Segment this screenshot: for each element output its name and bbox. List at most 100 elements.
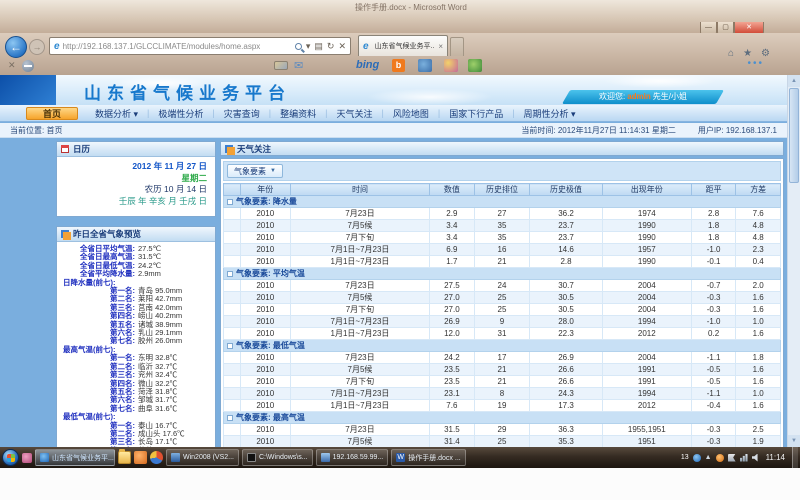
scroll-down-icon[interactable]: ▼ <box>788 435 800 447</box>
taskbar-ie-window[interactable]: 山东省气候业务平... <box>35 449 115 466</box>
more-options-dots[interactable]: ••• <box>747 58 764 69</box>
group-checkbox[interactable] <box>227 415 233 421</box>
url-text[interactable]: http://192.168.137.1/GLCCLIMATE/modules/… <box>63 42 261 51</box>
table-row[interactable]: 20107月1日~7月23日23.1824.31994-1.11.0 <box>224 388 781 400</box>
nav-item-6[interactable]: 风险地图 <box>384 107 438 120</box>
action-center-flag-icon[interactable] <box>728 454 736 462</box>
table-row[interactable]: 20107月23日24.21726.92004-1.11.8 <box>224 352 781 364</box>
taskbar-window-0[interactable]: Win2008 (VS2... <box>166 449 239 466</box>
table-cell: -1.0 <box>691 244 736 256</box>
table-row[interactable]: 20101月1日~7月23日1.7212.81990-0.10.4 <box>224 256 781 268</box>
group-row[interactable]: 气象要素: 最低气温 <box>224 340 781 352</box>
table-row[interactable]: 20107月下旬3.43523.719901.84.8 <box>224 232 781 244</box>
taskbar-clock[interactable]: 11:14 <box>766 453 785 462</box>
table-cell: 31 <box>474 328 530 340</box>
table-cell: 1.6 <box>736 292 781 304</box>
bar-close-icon[interactable]: ✕ <box>8 60 16 71</box>
group-checkbox[interactable] <box>227 199 233 205</box>
column-header-4[interactable]: 历史极值 <box>530 184 602 196</box>
table-row[interactable]: 20107月1日~7月23日6.91614.61957-1.02.3 <box>224 244 781 256</box>
table-row[interactable]: 20107月23日27.52430.72004-0.72.0 <box>224 280 781 292</box>
nav-item-3[interactable]: 灾害查询 <box>215 107 269 120</box>
nav-item-7[interactable]: 国家下行产品 <box>440 107 512 120</box>
column-header-3[interactable]: 历史排位 <box>474 184 530 196</box>
tray-badge: 13 <box>681 454 689 461</box>
element-filter-button[interactable]: 气象要素 ▼ <box>227 164 283 178</box>
explorer-folder-icon[interactable] <box>118 451 131 464</box>
table-cell: 24.3 <box>530 388 602 400</box>
camera-tool-icon[interactable] <box>418 59 432 72</box>
page-icon[interactable]: ▤ <box>314 41 323 52</box>
bing-logo[interactable]: bing <box>356 59 379 71</box>
table-cell: 25 <box>474 292 530 304</box>
nav-item-4[interactable]: 整编资料 <box>271 107 325 120</box>
people-tool-icon[interactable] <box>468 59 482 72</box>
tab-close-icon[interactable]: × <box>438 42 443 51</box>
table-cell: 7月23日 <box>290 280 429 292</box>
welcome-prefix: 欢迎您: <box>599 90 625 104</box>
page-scrollbar[interactable]: ▲ ▼ <box>787 75 800 447</box>
table-row[interactable]: 20107月23日2.92736.219742.87.6 <box>224 208 781 220</box>
media-player-icon[interactable] <box>150 451 163 464</box>
tray-ime-icon[interactable] <box>716 454 724 462</box>
new-tab-button[interactable] <box>450 37 464 56</box>
show-desktop-button[interactable] <box>792 447 798 468</box>
table-row[interactable]: 20107月1日~7月23日26.9928.01994-1.01.0 <box>224 316 781 328</box>
palette-tool-icon[interactable] <box>444 59 458 72</box>
card-reader-icon[interactable] <box>274 61 288 70</box>
tray-app-icon[interactable] <box>693 454 701 462</box>
blocked-icon[interactable] <box>22 60 34 72</box>
taskbar-window-3[interactable]: W操作手册.docx ... <box>391 449 466 466</box>
table-cell: 2010 <box>240 208 290 220</box>
table-row[interactable]: 20101月1日~7月23日12.03122.320120.21.6 <box>224 328 781 340</box>
column-header-6[interactable]: 距平 <box>691 184 736 196</box>
column-header-0[interactable]: 年份 <box>240 184 290 196</box>
search-icon[interactable] <box>295 43 302 50</box>
table-row[interactable]: 20107月下旬23.52126.61991-0.51.6 <box>224 376 781 388</box>
back-button[interactable]: ← <box>5 36 27 58</box>
pinned-app-icon[interactable] <box>22 453 32 463</box>
address-bar[interactable]: e http://192.168.137.1/GLCCLIMATE/module… <box>49 37 351 55</box>
nav-item-5[interactable]: 天气关注 <box>327 107 381 120</box>
tray-expand-icon[interactable]: ▲ <box>705 454 712 461</box>
nav-item-0[interactable]: 首页 <box>26 107 78 120</box>
column-header-1[interactable]: 时间 <box>290 184 429 196</box>
nav-item-1[interactable]: 数据分析 ▾ <box>86 107 147 120</box>
refresh-icon[interactable]: ↻ <box>327 41 335 52</box>
nav-item-2[interactable]: 极端性分析 <box>149 107 212 120</box>
scrollbar-thumb[interactable] <box>789 88 799 183</box>
mail-icon[interactable]: ✉ <box>294 59 303 72</box>
column-header-2[interactable]: 数值 <box>430 184 475 196</box>
group-row[interactable]: 气象要素: 平均气温 <box>224 268 781 280</box>
column-header-5[interactable]: 出现年份 <box>602 184 691 196</box>
table-cell: -0.3 <box>691 292 736 304</box>
group-row[interactable]: 气象要素: 最高气温 <box>224 412 781 424</box>
table-row[interactable]: 20107月23日31.52936.31955,1951-0.32.5 <box>224 424 781 436</box>
stop-icon[interactable]: ✕ <box>338 41 346 52</box>
browser-tab[interactable]: e 山东省气候业务平... × <box>358 35 448 56</box>
table-row[interactable]: 20107月5候27.02530.52004-0.31.6 <box>224 292 781 304</box>
bing-badge-icon[interactable]: b <box>392 59 405 72</box>
volume-icon[interactable] <box>752 454 760 462</box>
list-item: 第二名:临沂 32.7℃ <box>57 363 213 371</box>
table-cell: 2010 <box>240 400 290 412</box>
column-header-7[interactable]: 方差 <box>736 184 781 196</box>
dropdown-caret-icon[interactable]: ▾ <box>306 41 311 52</box>
table-row[interactable]: 20107月下旬27.02530.52004-0.31.6 <box>224 304 781 316</box>
group-label: 气象要素: 平均气温 <box>236 269 305 278</box>
nav-item-8[interactable]: 周期性分析 ▾ <box>515 107 585 120</box>
table-row[interactable]: 20101月1日~7月23日7.61917.32012-0.41.6 <box>224 400 781 412</box>
taskbar-window-2[interactable]: 192.168.59.99... <box>316 449 389 466</box>
scroll-up-icon[interactable]: ▲ <box>788 75 800 87</box>
start-button[interactable] <box>2 449 19 466</box>
group-row[interactable]: 气象要素: 降水量 <box>224 196 781 208</box>
network-icon[interactable] <box>740 454 748 462</box>
pinned-orange-app-icon[interactable] <box>134 451 147 464</box>
table-row[interactable]: 20107月5候23.52126.61991-0.51.6 <box>224 364 781 376</box>
table-row[interactable]: 20107月5候31.42535.31951-0.31.9 <box>224 436 781 448</box>
group-checkbox[interactable] <box>227 343 233 349</box>
group-checkbox[interactable] <box>227 271 233 277</box>
taskbar-window-1[interactable]: C:\Windows\s... <box>242 449 313 466</box>
forward-button[interactable]: → <box>29 39 45 55</box>
table-row[interactable]: 20107月5候3.43523.719901.84.8 <box>224 220 781 232</box>
